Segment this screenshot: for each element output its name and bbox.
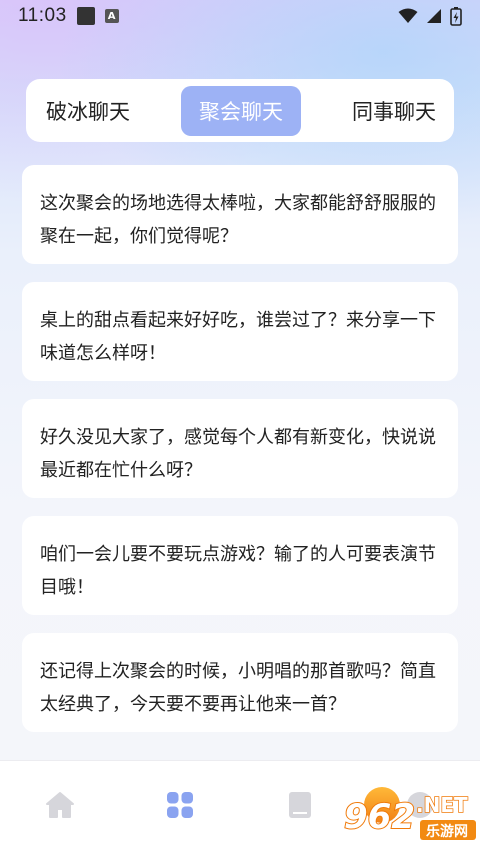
topic-text: 桌上的甜点看起来好好吃，谁尝过了？来分享一下味道怎么样呀！	[40, 310, 436, 364]
tab-coworker-chat[interactable]: 同事聊天	[334, 86, 436, 136]
signal-icon	[427, 9, 441, 23]
status-bar: 11:03 A	[0, 0, 480, 32]
topic-card[interactable]: 还记得上次聚会的时候，小明唱的那首歌吗？简直太经典了，今天要不要再让他来一首？	[22, 633, 458, 732]
category-tabs: 破冰聊天 聚会聊天 同事聊天	[26, 79, 454, 142]
topic-card[interactable]: 咱们一会儿要不要玩点游戏？输了的人可要表演节目哦！	[22, 516, 458, 615]
watermark-number: 962	[344, 797, 415, 837]
site-watermark-logo: 962 .NET 乐游网	[343, 787, 476, 840]
home-icon	[46, 792, 74, 818]
nav-home[interactable]	[44, 789, 76, 821]
topic-text: 这次聚会的场地选得太棒啦，大家都能舒舒服服的聚在一起，你们觉得呢？	[40, 193, 436, 247]
notification-square-icon	[76, 7, 95, 25]
watermark-sub: 乐游网	[426, 823, 468, 840]
tab-party-chat[interactable]: 聚会聊天	[181, 85, 301, 136]
topic-text: 好久没见大家了，感觉每个人都有新变化，快说说最近都在忙什么呀？	[40, 427, 436, 481]
status-time: 11:03	[18, 5, 67, 26]
topic-card[interactable]: 桌上的甜点看起来好好吃，谁尝过了？来分享一下味道怎么样呀！	[22, 282, 458, 381]
nav-library[interactable]	[284, 789, 316, 821]
wifi-icon	[398, 8, 418, 23]
book-icon	[289, 792, 311, 818]
tab-icebreaker-chat[interactable]: 破冰聊天	[46, 86, 148, 136]
battery-charging-icon	[450, 7, 462, 26]
topic-text: 咱们一会儿要不要玩点游戏？输了的人可要表演节目哦！	[40, 544, 436, 598]
watermark-suffix: .NET	[416, 793, 468, 817]
topic-card[interactable]: 好久没见大家了，感觉每个人都有新变化，快说说最近都在忙什么呀？	[22, 399, 458, 498]
grid-icon	[167, 792, 193, 818]
nav-categories[interactable]	[164, 789, 196, 821]
topic-card[interactable]: 这次聚会的场地选得太棒啦，大家都能舒舒服服的聚在一起，你们觉得呢？	[22, 165, 458, 264]
topic-text: 还记得上次聚会的时候，小明唱的那首歌吗？简直太经典了，今天要不要再让他来一首？	[40, 661, 436, 715]
notification-a-icon: A	[104, 9, 119, 23]
